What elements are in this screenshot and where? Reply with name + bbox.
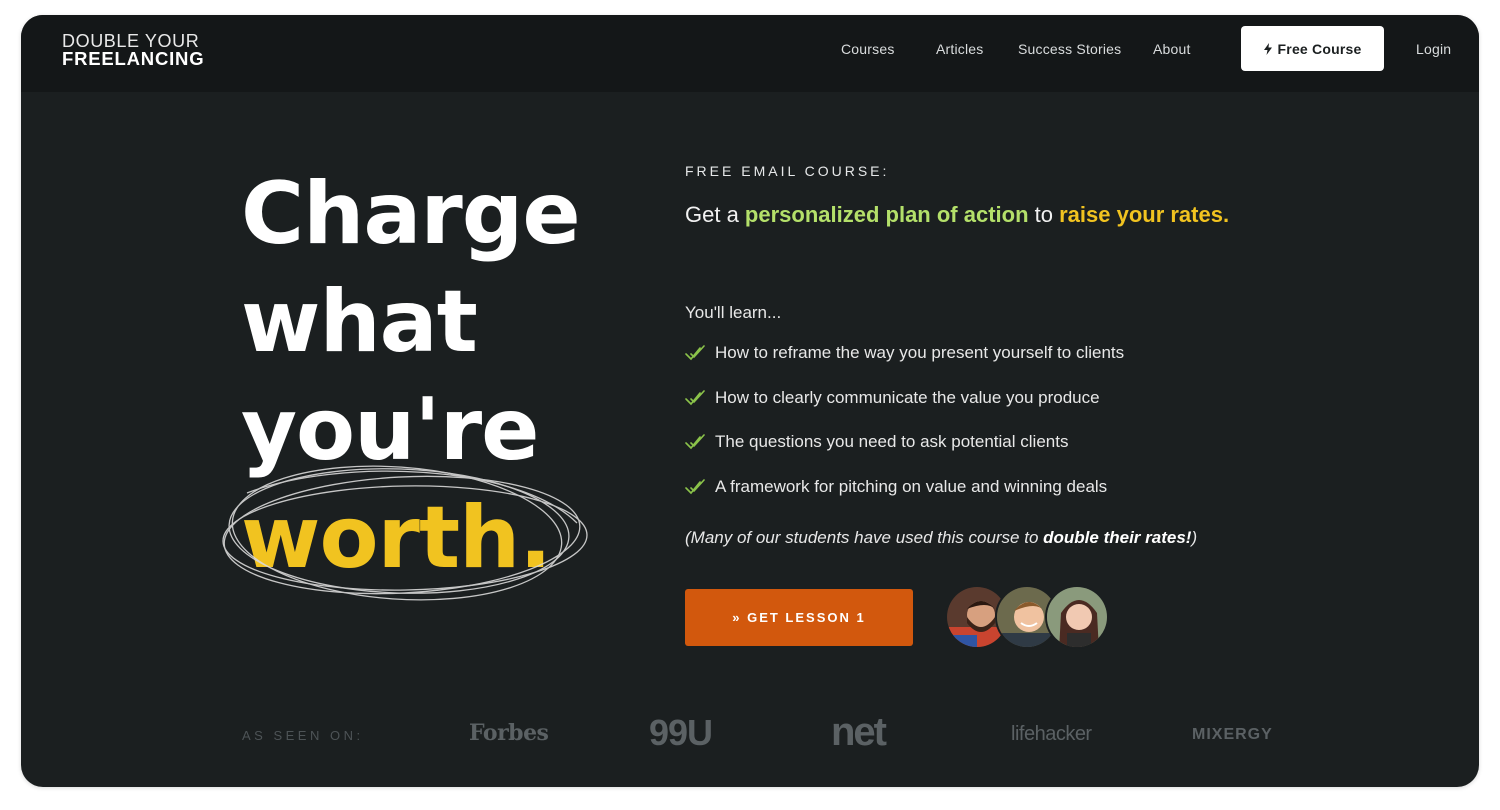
check-icon — [685, 479, 705, 495]
learn-item: How to clearly communicate the value you… — [685, 388, 1100, 408]
get-lesson-button[interactable]: » GET LESSON 1 — [685, 589, 913, 646]
net-logo: net — [831, 710, 887, 754]
subhead-yellow-highlight: raise your rates. — [1059, 202, 1230, 227]
logo-line-bottom: FREELANCING — [62, 48, 205, 69]
lightning-icon — [1263, 42, 1272, 55]
hero-subhead: Get a personalized plan of action to rai… — [685, 199, 1265, 231]
mixergy-logo: MIXERGY — [1192, 726, 1273, 743]
browser-viewport: DOUBLE YOUR FREELANCING Courses Articles… — [21, 15, 1479, 787]
note-prefix: (Many of our students have used this cou… — [685, 528, 1044, 547]
eyebrow-text: FREE EMAIL COURSE: — [685, 163, 890, 179]
learn-item-text: How to reframe the way you present yours… — [715, 343, 1125, 362]
free-course-button[interactable]: Free Course — [1241, 26, 1384, 71]
headline-line-1: Charge — [241, 164, 581, 264]
forbes-logo: Forbes — [469, 720, 549, 746]
subhead-middle: to — [1028, 202, 1060, 227]
check-icon — [685, 390, 705, 406]
learn-item-text: How to clearly communicate the value you… — [715, 388, 1100, 407]
headline-line-2: what — [241, 272, 478, 372]
99u-logo: 99U — [649, 712, 713, 753]
as-seen-on-label: AS SEEN ON: — [242, 728, 364, 743]
lifehacker-logo: lifehacker — [1011, 723, 1092, 745]
learn-item-text: A framework for pitching on value and wi… — [715, 477, 1108, 496]
avatar-woman — [1045, 585, 1109, 649]
site-logo[interactable]: DOUBLE YOUR FREELANCING — [62, 32, 204, 68]
subhead-prefix: Get a — [685, 202, 745, 227]
learn-label: You'll learn... — [685, 303, 782, 322]
subhead-green-highlight: personalized plan of action — [744, 202, 1029, 227]
learn-item: How to reframe the way you present yours… — [685, 343, 1124, 363]
check-icon — [685, 345, 705, 361]
nav-about[interactable]: About — [1153, 41, 1191, 57]
nav-success-stories[interactable]: Success Stories — [1018, 41, 1121, 57]
login-link[interactable]: Login — [1416, 41, 1451, 57]
free-course-label: Free Course — [1277, 40, 1362, 57]
scribble-circle-decoration — [222, 465, 588, 601]
site-header: DOUBLE YOUR FREELANCING Courses Articles… — [21, 15, 1479, 92]
nav-courses[interactable]: Courses — [841, 41, 895, 57]
nav-articles[interactable]: Articles — [936, 41, 984, 57]
note-suffix: ) — [1191, 528, 1198, 547]
learn-item: A framework for pitching on value and wi… — [685, 477, 1107, 497]
note-bold: double their rates! — [1043, 528, 1192, 547]
check-icon — [685, 434, 705, 450]
students-note: (Many of our students have used this cou… — [685, 528, 1197, 548]
learn-item-text: The questions you need to ask potential … — [715, 432, 1069, 451]
learn-item: The questions you need to ask potential … — [685, 432, 1068, 452]
